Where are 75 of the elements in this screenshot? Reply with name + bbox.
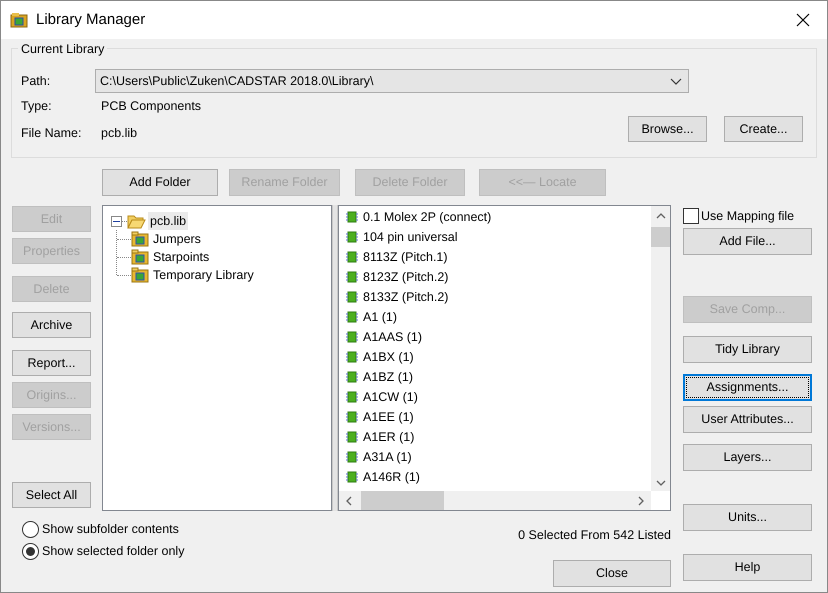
library-icon (10, 11, 29, 29)
library-folder-icon (131, 249, 149, 265)
field-label: Type: (21, 98, 53, 115)
chevron-up-icon (656, 212, 666, 220)
button[interactable]: Assignments... (683, 374, 812, 401)
component-icon (346, 411, 358, 423)
button[interactable]: Units... (683, 504, 812, 531)
component-item[interactable]: A1CW (1) (363, 388, 418, 406)
checkbox[interactable] (683, 208, 699, 224)
button[interactable]: Close (553, 560, 671, 587)
button[interactable]: Archive (12, 312, 91, 338)
component-item[interactable]: A1AAS (1) (363, 328, 422, 346)
button[interactable]: Layers... (683, 444, 812, 471)
component-item[interactable]: A1BZ (1) (363, 368, 414, 386)
component-item[interactable]: A1BX (1) (363, 348, 414, 366)
chevron-down-icon (670, 78, 682, 84)
chevron-left-icon (345, 496, 353, 506)
component-item[interactable]: A146R (1) (363, 468, 420, 486)
open-folder-icon (127, 213, 146, 229)
component-item[interactable]: A1 (1) (363, 308, 398, 326)
component-icon (346, 231, 358, 243)
button[interactable]: Add File... (683, 228, 812, 255)
component-icon (346, 271, 358, 283)
component-icon (346, 471, 358, 483)
field-label: Path: (21, 72, 52, 90)
component-item[interactable]: 8113Z (Pitch.1) (363, 248, 448, 266)
component-icon (346, 351, 358, 363)
tree-item[interactable]: Temporary Library (151, 266, 256, 284)
button[interactable]: Add Folder (102, 169, 218, 196)
chevron-down-icon (656, 479, 666, 487)
field-value: pcb.lib (101, 124, 138, 142)
status-text: 0 Selected From 542 Listed (518, 527, 671, 544)
component-icon (346, 311, 358, 323)
component-item[interactable]: A1ER (1) (363, 428, 414, 446)
radio-button[interactable] (22, 520, 39, 538)
component-item[interactable]: 104 pin universal (363, 228, 458, 246)
field-value: PCB Components (101, 98, 202, 115)
component-icon (346, 331, 358, 343)
vertical-scrollbar[interactable] (651, 206, 670, 491)
component-icon (346, 251, 358, 263)
component-item[interactable]: A1EE (1) (363, 408, 414, 426)
tree-item[interactable]: Jumpers (151, 230, 203, 248)
radio-button[interactable] (22, 542, 39, 560)
collapse-toggle[interactable] (111, 216, 122, 226)
component-icon (346, 451, 358, 463)
path-dropdown[interactable]: C:\Users\Public\Zuken\CADSTAR 2018.0\Library\ (95, 69, 689, 93)
chevron-right-icon (637, 496, 645, 506)
radio-label: Show subfolder contents (42, 520, 179, 538)
checkbox-label: Use Mapping file (701, 208, 794, 225)
component-icon (346, 211, 358, 223)
button[interactable]: Create... (724, 116, 803, 142)
scroll-thumb[interactable] (651, 227, 670, 247)
button[interactable]: Report... (12, 350, 91, 376)
component-icon (346, 391, 358, 403)
component-icon (346, 291, 358, 303)
field-label: File Name: (21, 124, 82, 142)
button[interactable]: Select All (12, 482, 91, 508)
window-title: Library Manager (36, 10, 146, 30)
tree-item[interactable]: Starpoints (151, 248, 212, 266)
component-icon (346, 431, 358, 443)
scroll-thumb[interactable] (361, 491, 444, 510)
library-folder-icon (131, 231, 149, 247)
radio-label: Show selected folder only (42, 542, 184, 560)
tree-item[interactable]: pcb.lib (148, 212, 188, 230)
button[interactable]: Help (683, 554, 812, 581)
component-item[interactable]: A31A (1) (363, 448, 412, 466)
library-folder-icon (131, 267, 149, 283)
button[interactable]: Tidy Library (683, 336, 812, 363)
button[interactable]: Browse... (628, 116, 707, 142)
component-item[interactable]: 0.1 Molex 2P (connect) (363, 208, 492, 226)
component-icon (346, 371, 358, 383)
component-item[interactable]: 8133Z (Pitch.2) (363, 288, 448, 306)
component-item[interactable]: 8123Z (Pitch.2) (363, 268, 448, 286)
button[interactable]: User Attributes... (683, 406, 812, 433)
horizontal-scrollbar[interactable] (339, 491, 651, 510)
